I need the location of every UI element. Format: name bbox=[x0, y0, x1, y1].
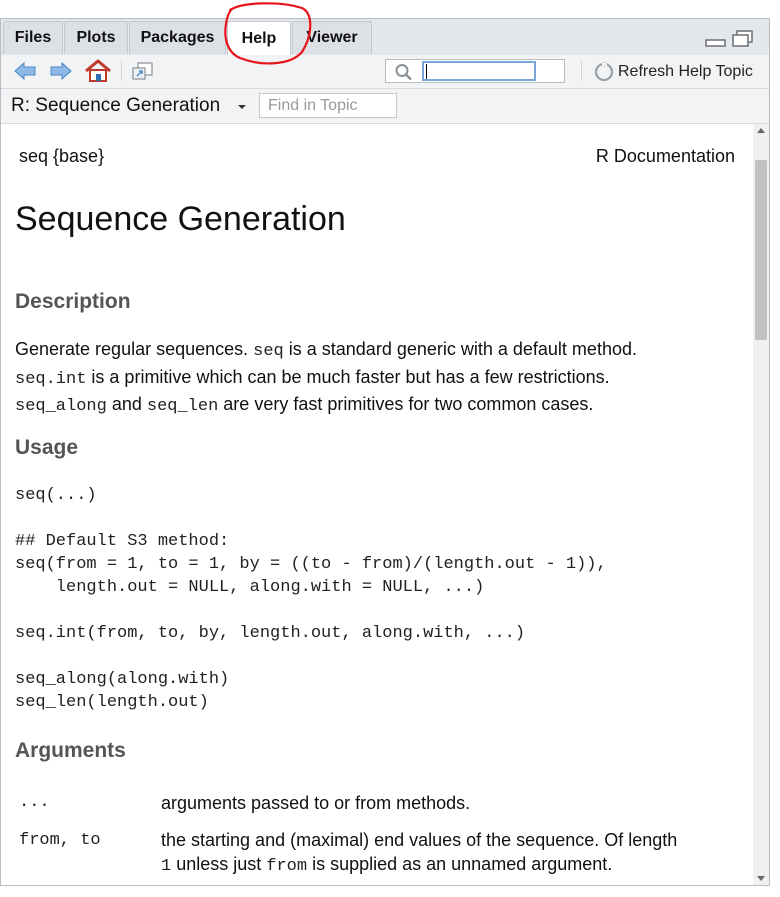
argument-description-line: 1 unless just from is supplied as an unn… bbox=[161, 853, 677, 879]
text-run: is a standard generic with a default met… bbox=[283, 339, 637, 359]
inline-code: seq bbox=[253, 342, 284, 361]
minimize-icon[interactable] bbox=[705, 31, 727, 49]
usage-line: length.out = NULL, along.with = NULL, ..… bbox=[15, 578, 485, 597]
help-search-input[interactable] bbox=[422, 61, 536, 81]
tab-packages-label: Packages bbox=[140, 29, 215, 46]
usage-line: seq_along(along.with) bbox=[15, 670, 230, 689]
argument-description: arguments passed to or from methods. bbox=[161, 792, 470, 816]
usage-line: seq(from = 1, to = 1, by = ((to - from)/… bbox=[15, 555, 607, 574]
tab-plots-label: Plots bbox=[76, 29, 116, 46]
argument-description: the starting and (maximal) end values of… bbox=[161, 829, 677, 878]
doc-title: Sequence Generation bbox=[15, 200, 346, 238]
red-circle-annotation bbox=[224, 2, 312, 65]
tab-plots[interactable]: Plots bbox=[64, 21, 128, 54]
inline-code: 1 bbox=[161, 856, 172, 876]
maximize-icon[interactable] bbox=[731, 29, 755, 49]
refresh-icon bbox=[594, 62, 614, 82]
forward-arrow-icon[interactable] bbox=[49, 61, 73, 81]
search-icon bbox=[395, 64, 412, 81]
refresh-label: Refresh Help Topic bbox=[618, 63, 753, 80]
toolbar-divider bbox=[121, 61, 122, 81]
inline-code: seq_along bbox=[15, 397, 107, 416]
back-arrow-icon[interactable] bbox=[13, 61, 37, 81]
usage-line: seq_len(length.out) bbox=[15, 693, 209, 712]
help-pane: Files Plots Packages Help Viewer Refresh… bbox=[0, 18, 770, 886]
vertical-scrollbar[interactable] bbox=[753, 124, 769, 885]
usage-line bbox=[15, 645, 607, 668]
arguments-heading: Arguments bbox=[15, 739, 126, 762]
description-heading: Description bbox=[15, 290, 131, 313]
refresh-help-topic-button[interactable]: Refresh Help Topic bbox=[593, 61, 753, 83]
usage-line bbox=[15, 507, 607, 530]
usage-line bbox=[15, 599, 607, 622]
text-run: are very fast primitives for two common … bbox=[218, 394, 594, 414]
description-line: seq_along and seq_len are very fast prim… bbox=[15, 392, 637, 420]
scroll-up-icon[interactable] bbox=[757, 127, 765, 133]
doc-r-documentation-label: R Documentation bbox=[595, 146, 735, 166]
usage-heading: Usage bbox=[15, 436, 79, 459]
usage-code-block: seq(...) ## Default S3 method: seq(from =… bbox=[15, 484, 607, 714]
description-line: Generate regular sequences. seq is a sta… bbox=[15, 337, 637, 365]
text-run: and bbox=[106, 394, 147, 414]
tab-files[interactable]: Files bbox=[3, 21, 63, 54]
text-run: arguments passed to or from methods. bbox=[161, 793, 471, 813]
help-content: seq {base} R Documentation Sequence Gene… bbox=[1, 124, 753, 885]
help-search-box bbox=[385, 59, 565, 83]
home-icon[interactable] bbox=[84, 59, 112, 83]
scrollbar-thumb[interactable] bbox=[755, 160, 767, 340]
text-run: is a primitive which can be much faster … bbox=[86, 366, 610, 387]
open-in-new-window-icon[interactable] bbox=[131, 60, 155, 82]
usage-line: seq.int(from, to, by, length.out, along.… bbox=[15, 624, 526, 643]
text-run: Generate regular sequences. bbox=[15, 339, 254, 359]
doc-package-label: seq {base} bbox=[19, 146, 105, 166]
inline-code: seq_len bbox=[146, 397, 219, 416]
chevron-down-icon[interactable] bbox=[237, 104, 247, 110]
usage-line: ## Default S3 method: bbox=[15, 532, 230, 551]
text-run: the starting and (maximal) end values of… bbox=[161, 830, 678, 850]
topic-title[interactable]: R: Sequence Generation bbox=[11, 95, 220, 117]
help-toolbar: Refresh Help Topic bbox=[1, 55, 769, 89]
argument-name: ... bbox=[19, 793, 50, 812]
text-caret bbox=[426, 64, 427, 79]
usage-line: seq(...) bbox=[15, 486, 97, 505]
text-run: is supplied as an unnamed argument. bbox=[307, 853, 613, 874]
tab-files-label: Files bbox=[14, 29, 52, 46]
pane-tab-bar: Files Plots Packages Help Viewer bbox=[1, 19, 769, 56]
inline-code: from bbox=[266, 856, 308, 876]
find-in-topic-input[interactable] bbox=[259, 93, 397, 118]
description-line: seq.int is a primitive which can be much… bbox=[15, 365, 637, 393]
text-run: unless just bbox=[171, 853, 267, 874]
argument-name: from, to bbox=[19, 831, 101, 850]
description-text: Generate regular sequences. seq is a sta… bbox=[15, 337, 637, 420]
tab-packages[interactable]: Packages bbox=[129, 21, 226, 54]
argument-description-line: the starting and (maximal) end values of… bbox=[161, 829, 677, 853]
argument-description-line: arguments passed to or from methods. bbox=[161, 792, 470, 816]
scroll-down-icon[interactable] bbox=[757, 876, 765, 882]
inline-code: seq.int bbox=[15, 369, 87, 389]
topic-bar: R: Sequence Generation bbox=[1, 89, 769, 124]
toolbar-divider-2 bbox=[581, 61, 582, 81]
